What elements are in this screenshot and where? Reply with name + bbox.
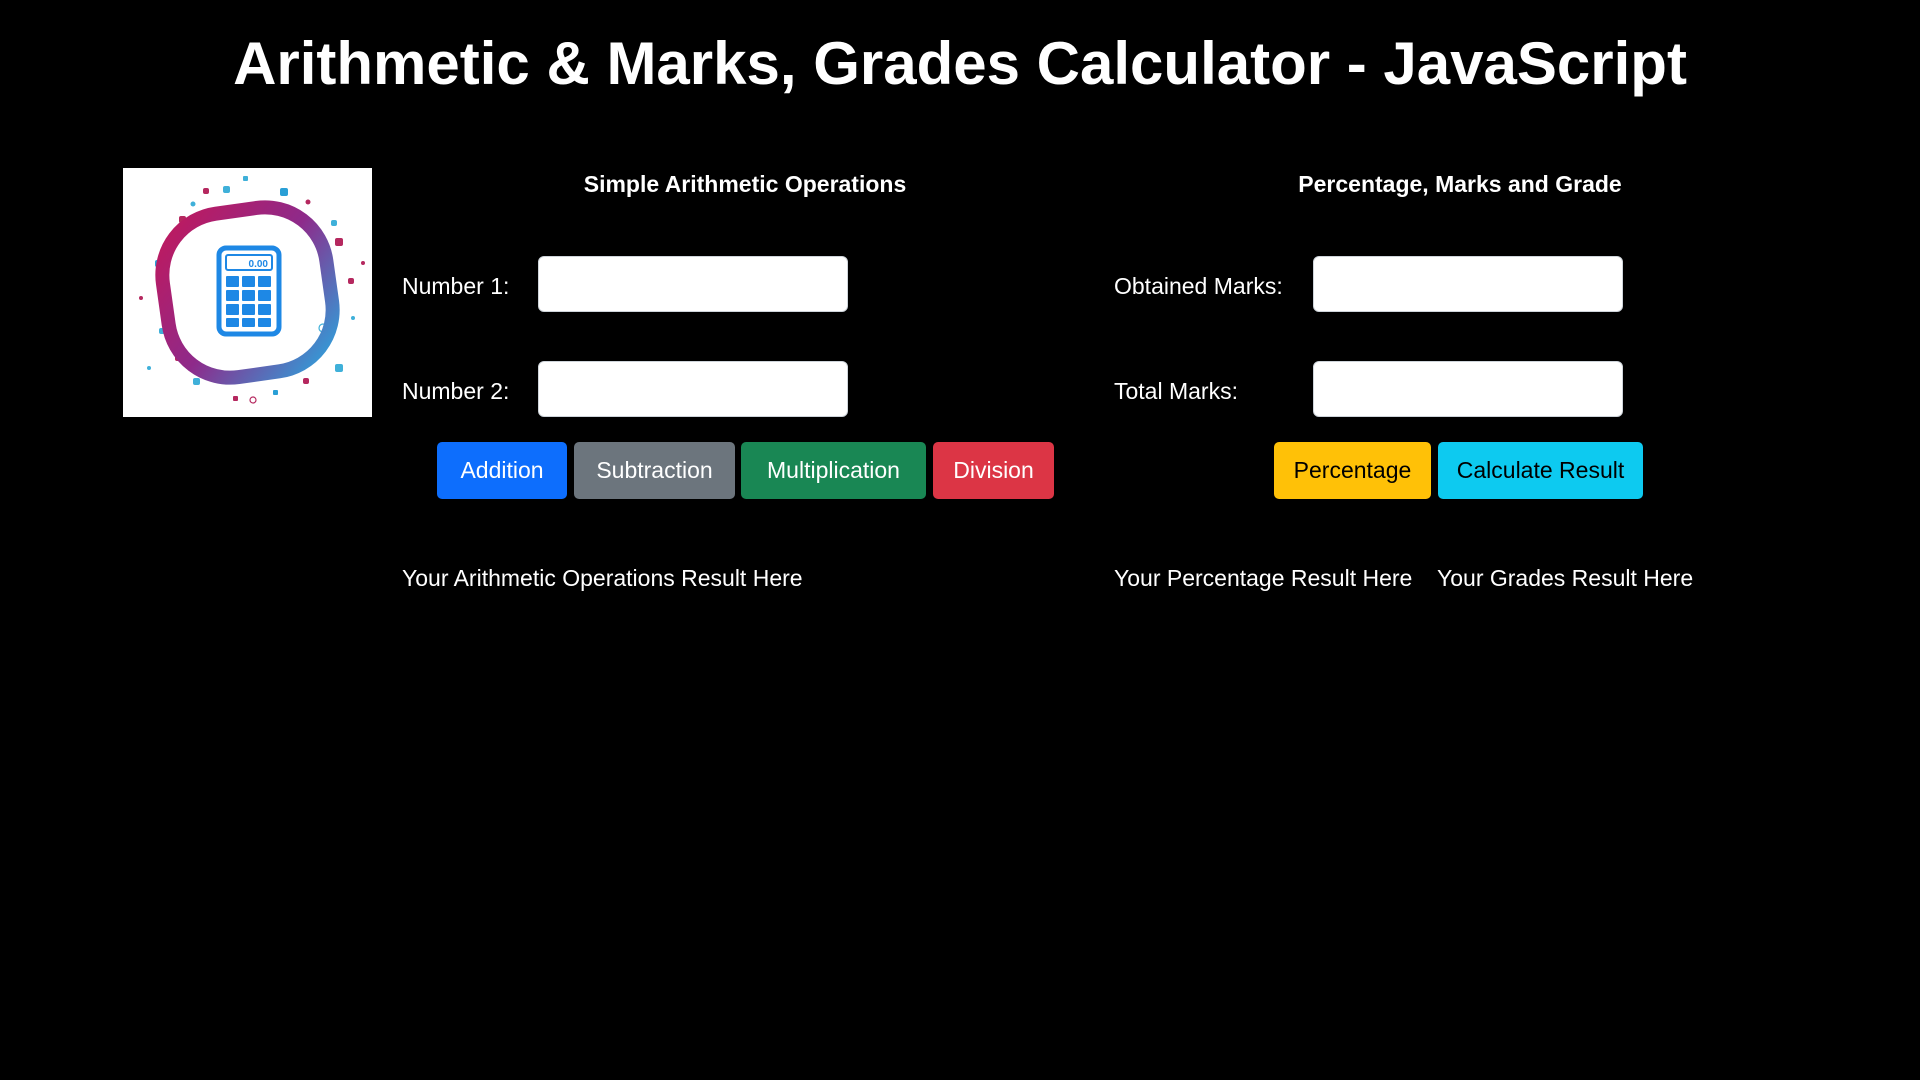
page-title: Arithmetic & Marks, Grades Calculator - … [233,30,1687,97]
total-marks-label: Total Marks: [1114,378,1238,404]
calculator-icon: 0.00 [139,176,365,404]
percentage-button[interactable]: Percentage [1274,442,1431,499]
number1-input[interactable] [538,256,848,312]
number1-label: Number 1: [402,273,510,299]
percentage-result: Your Percentage Result Here [1114,565,1413,591]
addition-button[interactable]: Addition [437,442,567,499]
subtraction-button[interactable]: Subtraction [574,442,735,499]
obtained-marks-input[interactable] [1313,256,1623,312]
arithmetic-heading: Simple Arithmetic Operations [583,171,907,197]
number2-input[interactable] [538,361,848,417]
grade-result: Your Grades Result Here [1437,565,1694,591]
number2-label: Number 2: [402,378,510,404]
division-button[interactable]: Division [933,442,1054,499]
multiplication-button[interactable]: Multiplication [741,442,926,499]
obtained-marks-label: Obtained Marks: [1114,273,1283,299]
arithmetic-result: Your Arithmetic Operations Result Here [402,565,803,591]
calculator-logo: 0.00 [123,168,372,417]
page: Arithmetic & Marks, Grades Calculator - … [0,0,1920,1080]
grades-heading: Percentage, Marks and Grade [1298,171,1622,197]
total-marks-input[interactable] [1313,361,1623,417]
calculate-result-button[interactable]: Calculate Result [1438,442,1643,499]
calculator-display: 0.00 [249,259,269,270]
